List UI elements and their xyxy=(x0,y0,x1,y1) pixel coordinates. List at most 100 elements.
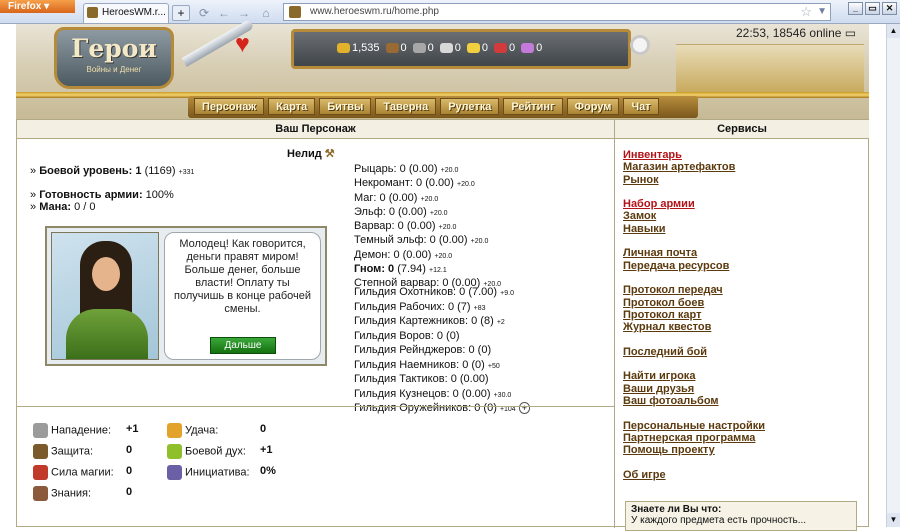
city-skyline-image xyxy=(676,44,864,92)
resource-wood: 0 xyxy=(385,42,407,54)
army-readiness: » Готовность армии: 100% xyxy=(30,189,174,201)
service-link[interactable]: Рынок xyxy=(623,174,765,186)
guild-row-label: Гильдия Тактиков: xyxy=(354,373,448,385)
faction-skill-row-remaining: +20.0 xyxy=(440,167,459,174)
army-readiness-value: 100% xyxy=(145,189,174,201)
online-icon: ▭ xyxy=(844,26,857,40)
magic-icon xyxy=(33,465,48,480)
new-tab-button[interactable]: + xyxy=(172,5,190,21)
resource-mercury: 0 xyxy=(439,42,461,54)
did-you-know-title: Знаете ли Вы что: xyxy=(631,504,722,515)
next-button[interactable]: Дальше xyxy=(210,337,276,354)
service-link[interactable]: Последний бой xyxy=(623,346,765,358)
attribute-label: Нападение: xyxy=(51,424,112,437)
scroll-up-arrow-icon[interactable]: ▲ xyxy=(887,24,900,38)
speech-text: Молодец! Как говорится, деньги правят ми… xyxy=(173,238,312,315)
nav-item[interactable]: Рулетка xyxy=(440,98,500,115)
reload-icon[interactable]: ⟳ xyxy=(195,5,213,21)
minimize-button[interactable]: _ xyxy=(848,2,863,15)
attribute-attack: Нападение: +1 xyxy=(33,423,139,438)
resource-value: 0 xyxy=(427,42,434,54)
browser-toolbar: Firefox ▾ HeroesWM.r... + ⟳ ← → ⌂ www.he… xyxy=(0,0,900,24)
service-link[interactable]: Набор армии xyxy=(623,198,765,210)
guild-row-label: Гильдия Кузнецов: xyxy=(354,387,450,400)
attribute-magic: Сила магии: 0 xyxy=(33,465,132,480)
ore-icon xyxy=(412,43,426,54)
maximize-button[interactable]: ▭ xyxy=(865,2,880,15)
faction-skill-row-remaining: +20.0 xyxy=(434,252,453,260)
portrait-face xyxy=(92,257,120,291)
service-link[interactable]: Ваши друзья xyxy=(623,383,765,395)
service-link[interactable]: Ваш фотоальбом xyxy=(623,395,765,407)
service-link[interactable]: Навыки xyxy=(623,223,765,235)
resource-value: 1,535 xyxy=(352,42,380,54)
bookmark-star-icon[interactable]: ☆ xyxy=(800,4,812,20)
hammer-icon: ⚒ xyxy=(324,148,335,160)
service-link[interactable]: Об игре xyxy=(623,469,765,481)
site-favicon-icon xyxy=(87,7,98,18)
character-name-text: Нелид xyxy=(287,148,322,160)
service-link[interactable]: Протокол передач xyxy=(623,284,765,296)
guild-row-label: Гильдия Охотников: xyxy=(354,286,457,298)
attribute-value: +1 xyxy=(260,444,273,456)
resource-sulfur: 0 xyxy=(466,42,488,54)
service-link[interactable]: Личная почта xyxy=(623,247,765,259)
nav-item[interactable]: Битвы xyxy=(319,98,372,115)
service-link[interactable]: Протокол боев xyxy=(623,297,765,309)
resource-gems: 0 xyxy=(521,42,542,54)
nav-item[interactable]: Карта xyxy=(268,98,316,115)
service-link[interactable]: Передача ресурсов xyxy=(623,260,765,272)
clock-text: 22:53, 18546 online xyxy=(736,26,842,40)
services-menu: Инвентарь Магазин артефактов Рынок Набор ар… xyxy=(623,149,765,481)
nav-item[interactable]: Форум xyxy=(566,98,620,115)
resource-value: 0 xyxy=(509,42,516,54)
service-link[interactable]: Магазин артефактов xyxy=(623,161,765,173)
attack-icon xyxy=(33,423,48,438)
site-identity-icon xyxy=(289,6,301,18)
service-link[interactable]: Персональные настройки xyxy=(623,420,765,432)
vertical-scrollbar[interactable]: ▲ ▼ xyxy=(886,24,900,527)
browser-tab[interactable]: HeroesWM.r... xyxy=(83,3,169,23)
guild-row-value: 0 (0.00) xyxy=(452,387,491,400)
game-logo[interactable]: Герои Войны и Денег xyxy=(54,27,174,89)
did-you-know-text: У каждого предмета есть прочность... xyxy=(631,515,807,526)
forward-icon[interactable]: → xyxy=(235,5,253,21)
nav-item[interactable]: Рейтинг xyxy=(503,98,563,115)
guild-row-value: 0 (8) xyxy=(471,315,494,327)
nav-item[interactable]: Персонаж xyxy=(194,98,265,115)
mercury-icon xyxy=(439,43,453,54)
service-link[interactable]: Протокол карт xyxy=(623,309,765,321)
ring-icon[interactable] xyxy=(630,35,650,55)
faction-skill-row: Маг: 0 (0.00) +20.0 xyxy=(354,192,501,206)
faction-skill-row: Рыцарь: 0 (0.00) +20.0 xyxy=(354,163,501,177)
faction-skill-row: Некромант: 0 (0.00) +20.0 xyxy=(354,177,501,191)
service-link[interactable]: Замок xyxy=(623,210,765,222)
address-bar[interactable]: www.heroeswm.ru/home.php ☆ ▼ xyxy=(283,3,831,21)
faction-skill-row: Гном: 0 (7.94) +12.1 xyxy=(354,263,501,277)
service-link[interactable]: Журнал квестов xyxy=(623,321,765,333)
faction-skill-row-value: 0 (0.00) xyxy=(388,205,427,218)
firefox-menu-button[interactable]: Firefox ▾ xyxy=(0,0,75,13)
nav-item[interactable]: Таверна xyxy=(375,98,437,115)
back-icon[interactable]: ← xyxy=(215,5,233,21)
service-link[interactable]: Инвентарь xyxy=(623,149,765,161)
close-button[interactable]: ✕ xyxy=(882,2,897,15)
faction-skill-row-label: Маг: xyxy=(354,191,377,204)
nav-item[interactable]: Чат xyxy=(623,98,659,115)
guild-expand-button[interactable]: + xyxy=(518,402,531,414)
home-icon[interactable]: ⌂ xyxy=(257,5,275,21)
attribute-defense: Защита: 0 xyxy=(33,444,132,459)
guild-skills: Гильдия Охотников: 0 (7.00) +9.0 Гильдия … xyxy=(354,286,531,417)
attribute-value: 0 xyxy=(126,486,133,498)
service-link[interactable]: Партнерская программа xyxy=(623,432,765,444)
scroll-down-arrow-icon[interactable]: ▼ xyxy=(887,513,900,527)
guild-row-value: 0 (0) xyxy=(468,344,492,356)
service-link[interactable]: Помощь проекту xyxy=(623,444,765,456)
guild-row-value: 0 (7.00) xyxy=(459,286,498,298)
url-dropdown-icon[interactable]: ▼ xyxy=(817,4,827,20)
service-link[interactable]: Найти игрока xyxy=(623,370,765,382)
